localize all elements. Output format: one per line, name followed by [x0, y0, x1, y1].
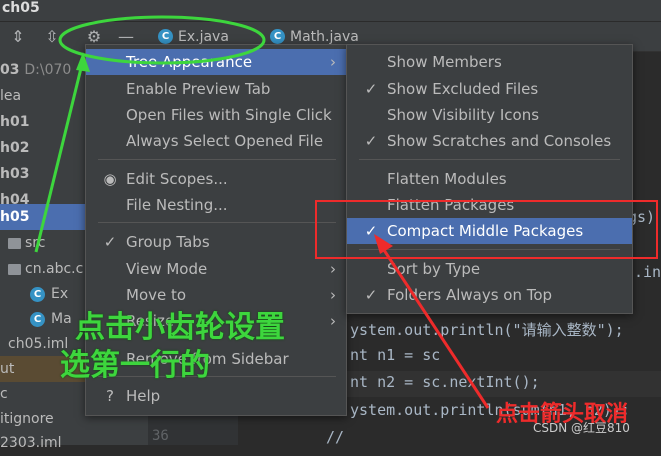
window-title: ch05 — [2, 0, 40, 16]
collapse-all-icon[interactable]: ⇳ — [42, 22, 62, 52]
tree-item[interactable]: itignore — [0, 406, 54, 432]
submenu-item-show-excluded[interactable]: ✓ Show Excluded Files — [347, 76, 632, 102]
class-icon: C — [270, 29, 285, 44]
menu-item-file-nesting[interactable]: File Nesting... — [86, 192, 346, 218]
menu-separator — [98, 222, 336, 223]
menu-separator — [359, 249, 620, 250]
tree-item[interactable]: lea — [0, 83, 21, 109]
radio-icon: ◉ — [103, 170, 117, 188]
menu-separator — [98, 159, 336, 160]
check-icon: ✓ — [103, 233, 117, 251]
code-line: nt n2 = sc.nextInt(); — [350, 373, 540, 391]
chevron-right-icon: › — [330, 286, 336, 304]
tree-item[interactable]: c — [0, 381, 8, 407]
menu-item-edit-scopes[interactable]: ◉ Edit Scopes... — [86, 166, 346, 192]
menu-item-always-select-opened[interactable]: Always Select Opened File — [86, 128, 346, 154]
submenu-item-flatten-packages[interactable]: Flatten Packages — [347, 192, 632, 218]
chevron-right-icon: › — [330, 260, 336, 278]
check-icon: ✓ — [364, 286, 378, 304]
menu-item-tree-appearance[interactable]: Tree Appearance › — [86, 49, 346, 75]
chevron-right-icon: › — [330, 53, 336, 71]
tree-item-class[interactable]: C Ex — [30, 281, 68, 307]
help-icon: ? — [106, 387, 114, 405]
class-icon: C — [158, 29, 173, 44]
submenu-item-flatten-modules[interactable]: Flatten Modules — [347, 166, 632, 192]
code-line: nt n1 = sc — [350, 346, 441, 364]
code-line: ystem.out.println("请输入整数"); — [350, 321, 624, 339]
chevron-right-icon: › — [330, 312, 336, 330]
annotation-green-line2: 选第一行的 — [60, 348, 210, 383]
submenu-item-show-members[interactable]: Show Members — [347, 49, 632, 75]
submenu-item-compact-middle-packages[interactable]: ✓ Compact Middle Packages — [347, 218, 632, 244]
check-icon: ✓ — [364, 132, 378, 150]
class-icon: C — [30, 286, 45, 302]
submenu-item-folders-on-top[interactable]: ✓ Folders Always on Top — [347, 282, 632, 308]
submenu-item-show-visibility-icons[interactable]: Show Visibility Icons — [347, 102, 632, 128]
check-icon: ✓ — [364, 80, 378, 98]
code-line: // — [326, 428, 345, 446]
menu-item-group-tabs[interactable]: ✓ Group Tabs — [86, 229, 346, 255]
line-number: 36 — [152, 428, 169, 444]
expand-all-icon[interactable]: ⇕ — [8, 22, 28, 52]
menu-item-open-single-click[interactable]: Open Files with Single Click — [86, 102, 346, 128]
submenu-item-show-scratches[interactable]: ✓ Show Scratches and Consoles — [347, 128, 632, 154]
menu-item-view-mode[interactable]: View Mode › — [86, 256, 346, 282]
menu-item-enable-preview-tab[interactable]: Enable Preview Tab — [86, 76, 346, 102]
code-line: .in — [634, 263, 661, 281]
menu-item-help[interactable]: ? Help — [86, 383, 346, 409]
window-title-bar: ch05 — [0, 0, 661, 22]
tree-item[interactable]: h03 — [0, 161, 29, 187]
tree-item-class[interactable]: C Ma — [30, 306, 72, 332]
tree-item[interactable]: 03 D:\070 — [0, 57, 71, 83]
tree-item-package[interactable]: cn.abc.c — [8, 256, 83, 282]
package-icon — [8, 263, 21, 275]
tree-item[interactable]: h02 — [0, 135, 29, 161]
menu-separator — [359, 159, 620, 160]
tree-appearance-submenu: Show Members ✓ Show Excluded Files Show V… — [346, 44, 633, 314]
tree-item[interactable]: h01 — [0, 109, 29, 135]
tree-item-src[interactable]: src — [8, 230, 45, 256]
tree-item[interactable]: 2303.iml — [0, 430, 62, 456]
check-icon: ✓ — [364, 222, 378, 240]
watermark: CSDN @红豆810 — [533, 421, 630, 435]
folder-icon — [8, 237, 21, 249]
class-icon: C — [30, 311, 45, 327]
submenu-item-sort-by-type[interactable]: Sort by Type — [347, 256, 632, 282]
